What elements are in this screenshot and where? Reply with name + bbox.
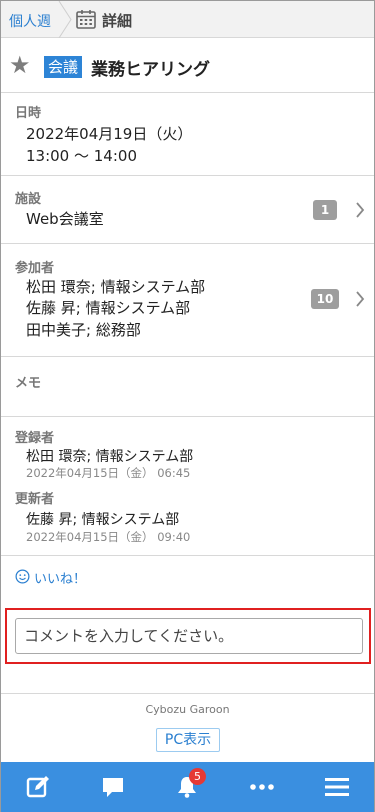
facility-label: 施設: [15, 192, 42, 207]
facility-value: Web会議室: [26, 210, 104, 228]
message-button[interactable]: [83, 762, 143, 812]
history-section: 登録者 松田 環奈; 情報システム部 2022年04月15日（金） 06:45 …: [1, 417, 374, 556]
message-icon: [103, 778, 123, 797]
datetime-label: 日時: [15, 106, 42, 121]
attendees-count-badge: 10: [311, 289, 339, 309]
datetime-section: 日時 2022年04月19日（火） 13:00 〜 14:00: [1, 94, 374, 176]
breadcrumb-weekly-link[interactable]: 個人週: [9, 11, 51, 31]
footer-divider: [1, 693, 374, 694]
bottom-nav: 5: [1, 762, 374, 812]
attendees-label: 参加者: [15, 261, 55, 276]
event-category-badge: 会議: [44, 56, 83, 78]
notification-count-badge: 5: [189, 768, 206, 785]
compose-button[interactable]: [8, 762, 68, 812]
page-title: 業務ヒアリング: [91, 60, 210, 80]
more-button[interactable]: [232, 762, 292, 812]
breadcrumb-current: 詳細: [102, 12, 133, 30]
hamburger-menu-icon: [325, 778, 349, 796]
calendar-icon: [76, 10, 96, 29]
breadcrumb: 個人週 詳細: [1, 1, 374, 38]
comment-highlight: [5, 608, 371, 664]
facility-section[interactable]: 施設 Web会議室 1: [1, 176, 374, 244]
updater-name: 佐藤 昇; 情報システム部: [26, 512, 180, 528]
registrant-label: 登録者: [15, 431, 55, 446]
notification-button[interactable]: 5: [157, 762, 217, 812]
attendee-item: 松田 環奈; 情報システム部: [26, 278, 206, 296]
star-icon[interactable]: ★: [9, 52, 31, 78]
attendee-item: 佐藤 昇; 情報システム部: [26, 299, 191, 317]
pc-view-button[interactable]: PC表示: [156, 728, 220, 752]
registrant-name: 松田 環奈; 情報システム部: [26, 449, 194, 465]
chevron-right-icon: [356, 202, 365, 218]
event-title-row: ★ 会議 業務ヒアリング: [1, 39, 374, 93]
compose-icon: [26, 776, 49, 798]
menu-button[interactable]: [307, 762, 367, 812]
chevron-right-icon: [356, 291, 365, 307]
breadcrumb-separator-icon: [58, 1, 72, 38]
more-dots-icon: [250, 784, 274, 790]
comment-input[interactable]: [15, 618, 363, 654]
event-time: 13:00 〜 14:00: [26, 147, 137, 165]
memo-section: メモ: [1, 357, 374, 417]
smiley-icon: [15, 569, 30, 584]
updater-timestamp: 2022年04月15日（金） 09:40: [26, 530, 191, 544]
updater-label: 更新者: [15, 492, 55, 507]
attendees-section[interactable]: 参加者 松田 環奈; 情報システム部 佐藤 昇; 情報システム部 田中美子; 総…: [1, 244, 374, 357]
attendee-item: 田中美子; 総務部: [26, 321, 141, 339]
footer-brand: Cybozu Garoon: [145, 703, 230, 716]
event-date: 2022年04月19日（火）: [26, 125, 193, 143]
like-label: いいね！: [34, 572, 87, 587]
memo-label: メモ: [15, 376, 42, 391]
facility-count-badge: 1: [313, 200, 337, 220]
registrant-timestamp: 2022年04月15日（金） 06:45: [26, 466, 191, 480]
